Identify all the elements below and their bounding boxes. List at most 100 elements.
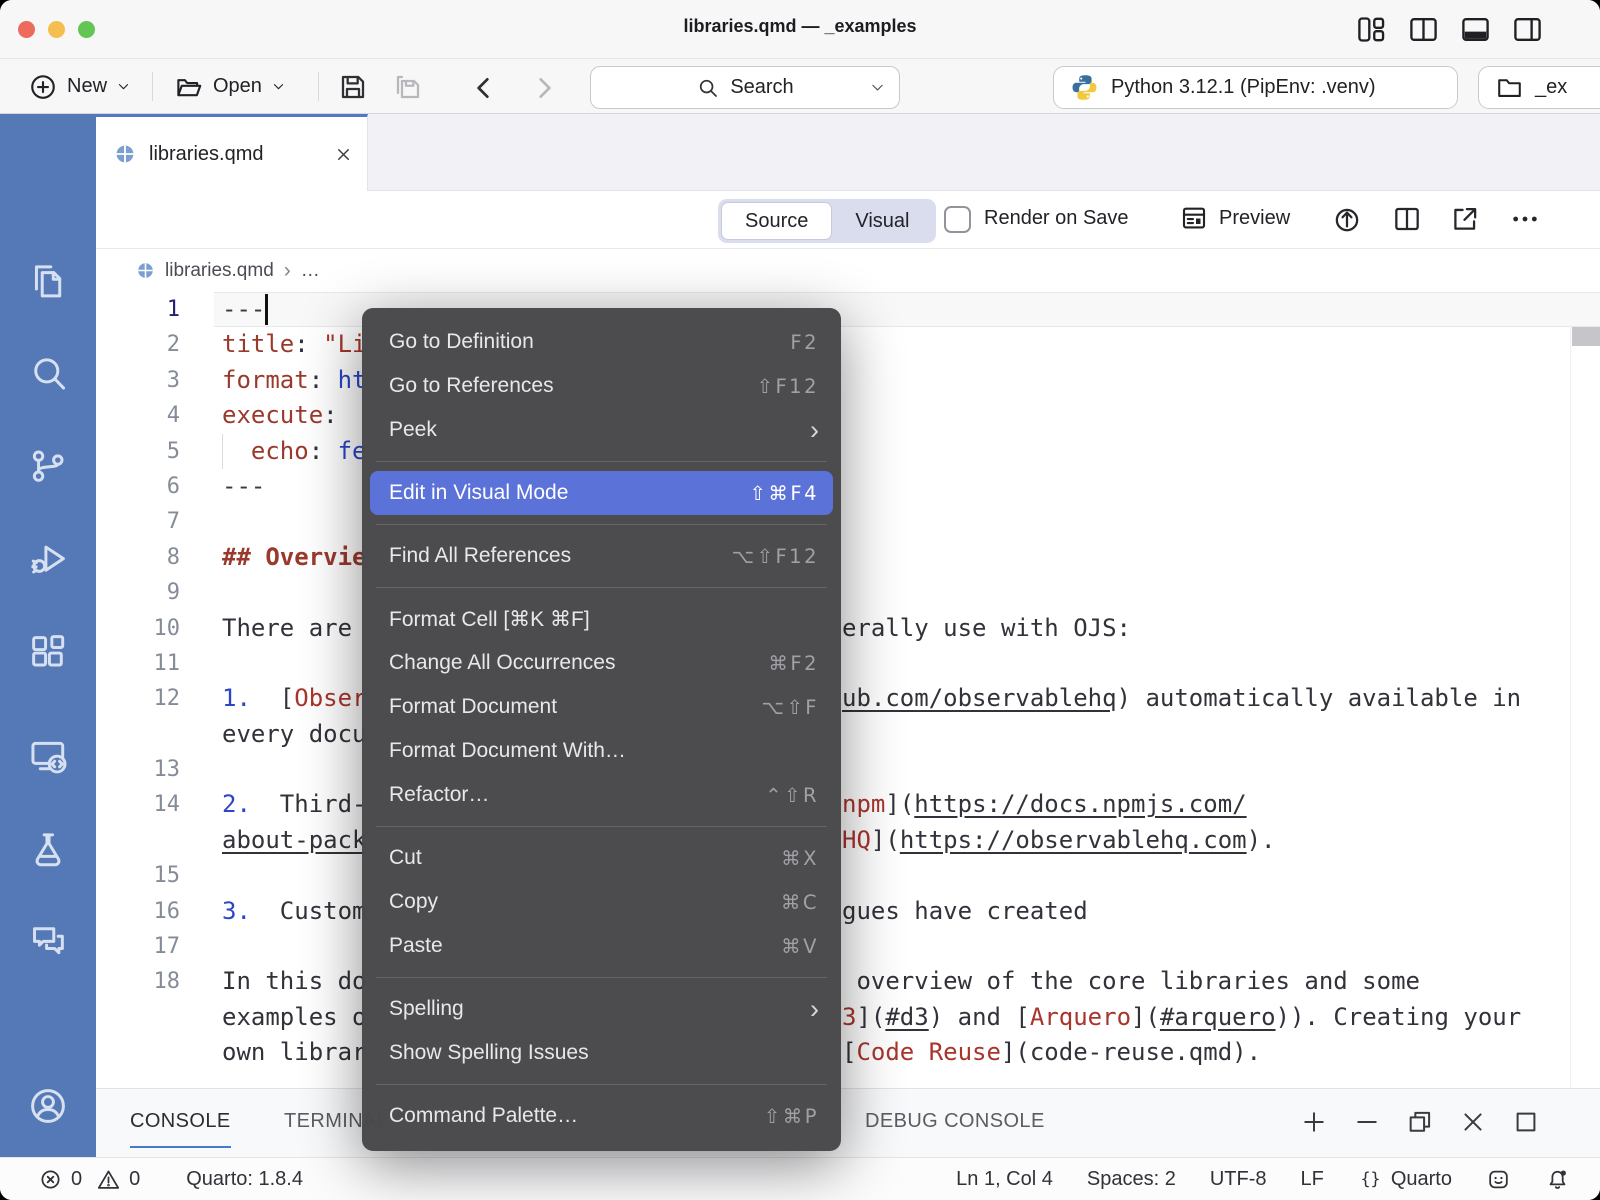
save-button[interactable] — [337, 71, 369, 103]
activity-item-comments[interactable] — [27, 920, 69, 962]
render-on-save-checkbox[interactable] — [944, 206, 971, 233]
panel-tab-debug-console[interactable]: DEBUG CONSOLE — [865, 1110, 1045, 1146]
menu-item-shortcut: ⌥⇧F — [761, 696, 819, 719]
preview-button[interactable]: Preview — [1179, 203, 1290, 233]
menu-item-find-all-references[interactable]: Find All References⌥⇧F12 — [362, 534, 841, 578]
code-token: Arquero — [1030, 1003, 1131, 1031]
breadcrumb-more[interactable]: … — [301, 260, 320, 282]
menu-item-shortcut: F2 — [790, 331, 819, 354]
preview-label: Preview — [1219, 207, 1290, 230]
split-editor-button[interactable] — [1391, 203, 1423, 235]
status-item-ln-1-col-4[interactable]: Ln 1, Col 4 — [956, 1168, 1053, 1191]
activity-item-testing[interactable] — [27, 828, 69, 870]
code-token: Custom — [265, 897, 366, 925]
status-item-smiley-icon[interactable] — [1486, 1167, 1511, 1192]
status-item-bell-dot-icon[interactable] — [1545, 1167, 1570, 1192]
code-token: 2. — [222, 790, 265, 818]
activity-item-account[interactable] — [27, 1085, 69, 1127]
restore-icon[interactable] — [1406, 1108, 1434, 1136]
status-item-lf[interactable]: LF — [1301, 1168, 1324, 1191]
open-button[interactable]: Open — [174, 59, 286, 114]
menu-item-label: Change All Occurrences — [389, 651, 615, 675]
more-actions-button[interactable] — [1509, 203, 1541, 235]
menu-item-refactor[interactable]: Refactor…⌃⇧R — [362, 773, 841, 817]
menu-item-go-to-references[interactable]: Go to References⇧F12 — [362, 364, 841, 408]
menu-item-format-document-with[interactable]: Format Document With… — [362, 729, 841, 773]
code-line: 7 — [96, 504, 1600, 539]
menu-item-go-to-definition[interactable]: Go to DefinitionF2 — [362, 320, 841, 364]
status-item-utf-8[interactable]: UTF-8 — [1210, 1168, 1267, 1191]
status-item-text: 0 — [129, 1168, 140, 1191]
split-editor-layout-icon[interactable] — [1407, 13, 1440, 46]
status-item-quarto-1-8-4[interactable]: Quarto: 1.8.4 — [186, 1168, 303, 1191]
activity-item-search[interactable] — [27, 352, 69, 394]
activity-item-remote-explorer[interactable] — [27, 735, 69, 777]
new-button[interactable]: New — [28, 59, 131, 114]
panel-tab-console[interactable]: CONSOLE — [130, 1110, 231, 1148]
code-token: own librar — [222, 1038, 367, 1066]
status-item-spaces-2[interactable]: Spaces: 2 — [1087, 1168, 1176, 1191]
status-item-quarto[interactable]: {}Quarto — [1358, 1167, 1452, 1192]
back-button[interactable] — [468, 72, 500, 104]
minus-icon[interactable] — [1353, 1108, 1381, 1136]
menu-item-spelling[interactable]: Spelling› — [362, 987, 841, 1031]
title-bar: libraries.qmd — _examples — [0, 0, 1600, 59]
close-icon[interactable] — [1459, 1108, 1487, 1136]
close-window-button[interactable] — [18, 21, 35, 38]
close-tab-icon[interactable] — [334, 145, 353, 164]
interpreter-selector[interactable]: Python 3.12.1 (PipEnv: .venv) — [1053, 66, 1458, 109]
status-bar: 0 0 Quarto: 1.8.4 Ln 1, Col 4 Spaces: 2 UTF-… — [0, 1157, 1600, 1200]
activity-item-explorer[interactable] — [27, 260, 69, 302]
minimize-window-button[interactable] — [48, 21, 65, 38]
menu-item-label: Format Cell [⌘K ⌘F] — [389, 607, 590, 632]
status-item-0[interactable]: 0 — [38, 1167, 82, 1192]
line-number: 12 — [96, 681, 180, 716]
customize-layout-icon[interactable] — [1355, 13, 1388, 46]
activity-item-run-debug[interactable] — [27, 538, 69, 580]
menu-item-format-cell-k-f[interactable]: Format Cell [⌘K ⌘F] — [362, 597, 841, 641]
code-token: [ — [265, 684, 294, 712]
menu-item-show-spelling-issues[interactable]: Show Spelling Issues — [362, 1031, 841, 1075]
activity-item-extensions[interactable] — [27, 631, 69, 673]
menu-item-label: Cut — [389, 846, 422, 870]
code-token: ]( — [1131, 1003, 1160, 1031]
code-line: 9 — [96, 575, 1600, 610]
menu-item-format-document[interactable]: Format Document⌥⇧F — [362, 685, 841, 729]
menu-item-label: Refactor… — [389, 783, 489, 807]
menu-item-shortcut: ⌘C — [781, 891, 819, 914]
search-input[interactable]: Search — [590, 66, 900, 109]
code-token — [222, 437, 251, 465]
menu-item-command-palette[interactable]: Command Palette…⇧⌘P — [362, 1094, 841, 1138]
visual-mode-button[interactable]: Visual — [832, 202, 932, 240]
open-in-new-window-button[interactable] — [1449, 203, 1481, 235]
render-document-button[interactable] — [1331, 203, 1363, 235]
maximize-icon[interactable] — [1512, 1108, 1540, 1136]
menu-item-edit-in-visual-mode[interactable]: Edit in Visual Mode⇧⌘F4 — [370, 471, 833, 515]
status-item-0[interactable]: 0 — [96, 1167, 140, 1192]
menu-item-cut[interactable]: Cut⌘X — [362, 836, 841, 880]
breadcrumb-file[interactable]: libraries.qmd — [165, 260, 274, 282]
workspace-folder-button[interactable]: _ex — [1478, 66, 1600, 109]
menu-item-paste[interactable]: Paste⌘V — [362, 924, 841, 968]
menu-item-change-all-occurrences[interactable]: Change All Occurrences⌘F2 — [362, 641, 841, 685]
tab-libraries-qmd[interactable]: libraries.qmd — [96, 114, 368, 191]
zoom-window-button[interactable] — [78, 21, 95, 38]
plus-icon[interactable] — [1300, 1108, 1328, 1136]
forward-button[interactable] — [528, 72, 560, 104]
breadcrumb[interactable]: libraries.qmd › … — [96, 249, 1600, 292]
code-editor[interactable]: 1---2title: "Li3format: ht4execute:5 ech… — [96, 292, 1600, 1088]
toggle-secondary-sidebar-icon[interactable] — [1511, 13, 1544, 46]
chevron-down-icon[interactable] — [869, 79, 886, 96]
save-all-button[interactable] — [392, 71, 424, 103]
line-number: 15 — [96, 858, 180, 893]
code-text-left: There are — [222, 611, 367, 646]
source-mode-button[interactable]: Source — [721, 202, 832, 240]
line-number: 6 — [96, 469, 180, 504]
menu-item-peek[interactable]: Peek› — [362, 408, 841, 452]
toggle-panel-icon[interactable] — [1459, 13, 1492, 46]
bottom-panel-bar: CONSOLETERMINALDEBUG CONSOLE — [96, 1088, 1600, 1157]
chevron-down-icon — [116, 79, 131, 94]
activity-item-source-control[interactable] — [27, 445, 69, 487]
code-text-right: erally use with OJS: — [842, 611, 1131, 646]
menu-item-copy[interactable]: Copy⌘C — [362, 880, 841, 924]
